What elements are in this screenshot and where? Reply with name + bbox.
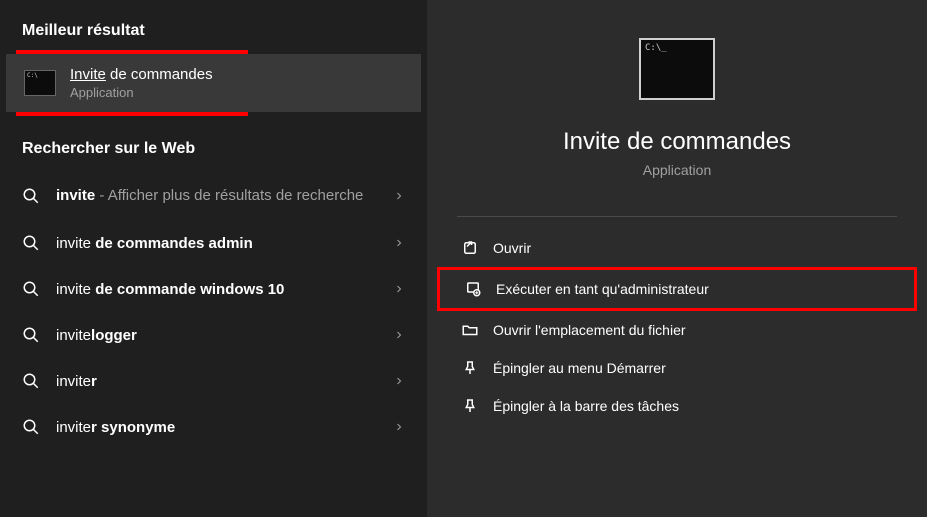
open-icon: [461, 239, 479, 257]
search-suggestion[interactable]: invitelogger: [0, 312, 427, 358]
best-match-header: Meilleur résultat: [0, 16, 427, 54]
search-icon: [22, 187, 40, 205]
app-preview-panel: Invite de commandes Application Ouvrir E…: [427, 0, 927, 517]
search-icon: [22, 326, 40, 344]
web-search-header: Rechercher sur le Web: [0, 134, 427, 172]
best-match-title: Invite de commandes: [70, 66, 213, 83]
cmd-icon: [24, 70, 56, 96]
action-label: Ouvrir: [493, 240, 531, 256]
suggestion-label: invite de commande windows 10: [56, 281, 393, 298]
chevron-right-icon: [393, 237, 405, 249]
admin-shield-icon: [464, 280, 482, 298]
pin-start-action[interactable]: Épingler au menu Démarrer: [433, 349, 921, 387]
search-suggestion[interactable]: invite de commande windows 10: [0, 266, 427, 312]
search-icon: [22, 234, 40, 252]
chevron-right-icon: [393, 283, 405, 295]
action-list: Ouvrir Exécuter en tant qu'administrateu…: [427, 229, 927, 425]
folder-icon: [461, 321, 479, 339]
action-label: Exécuter en tant qu'administrateur: [496, 281, 709, 297]
app-subtitle: Application: [643, 162, 712, 178]
best-match-item[interactable]: Invite de commandes Application: [6, 54, 421, 112]
suggestion-label: inviter synonyme: [56, 419, 393, 436]
search-results-panel: Meilleur résultat Invite de commandes Ap…: [0, 0, 427, 517]
divider: [457, 216, 897, 217]
action-label: Ouvrir l'emplacement du fichier: [493, 322, 686, 338]
app-title: Invite de commandes: [563, 128, 791, 156]
action-label: Épingler au menu Démarrer: [493, 360, 666, 376]
search-icon: [22, 372, 40, 390]
search-suggestion[interactable]: inviter synonyme: [0, 404, 427, 450]
search-suggestion[interactable]: invite de commandes admin: [0, 220, 427, 266]
pin-icon: [461, 397, 479, 415]
action-label: Épingler à la barre des tâches: [493, 398, 679, 414]
open-action[interactable]: Ouvrir: [433, 229, 921, 267]
chevron-right-icon: [393, 421, 405, 433]
suggestion-label: invite de commandes admin: [56, 235, 393, 252]
best-match-subtitle: Application: [70, 85, 213, 100]
search-icon: [22, 418, 40, 436]
chevron-right-icon: [393, 375, 405, 387]
pin-taskbar-action[interactable]: Épingler à la barre des tâches: [433, 387, 921, 425]
pin-icon: [461, 359, 479, 377]
chevron-right-icon: [393, 190, 405, 202]
run-as-admin-action[interactable]: Exécuter en tant qu'administrateur: [437, 267, 917, 311]
open-file-location-action[interactable]: Ouvrir l'emplacement du fichier: [433, 311, 921, 349]
search-suggestion[interactable]: invite - Afficher plus de résultats de r…: [0, 172, 427, 220]
best-match-text: Invite de commandes Application: [70, 66, 213, 100]
chevron-right-icon: [393, 329, 405, 341]
search-suggestion[interactable]: inviter: [0, 358, 427, 404]
search-icon: [22, 280, 40, 298]
suggestion-label: invite - Afficher plus de résultats de r…: [56, 186, 393, 206]
suggestion-label: invitelogger: [56, 327, 393, 344]
cmd-preview-icon: [639, 38, 715, 100]
suggestion-label: inviter: [56, 373, 393, 390]
